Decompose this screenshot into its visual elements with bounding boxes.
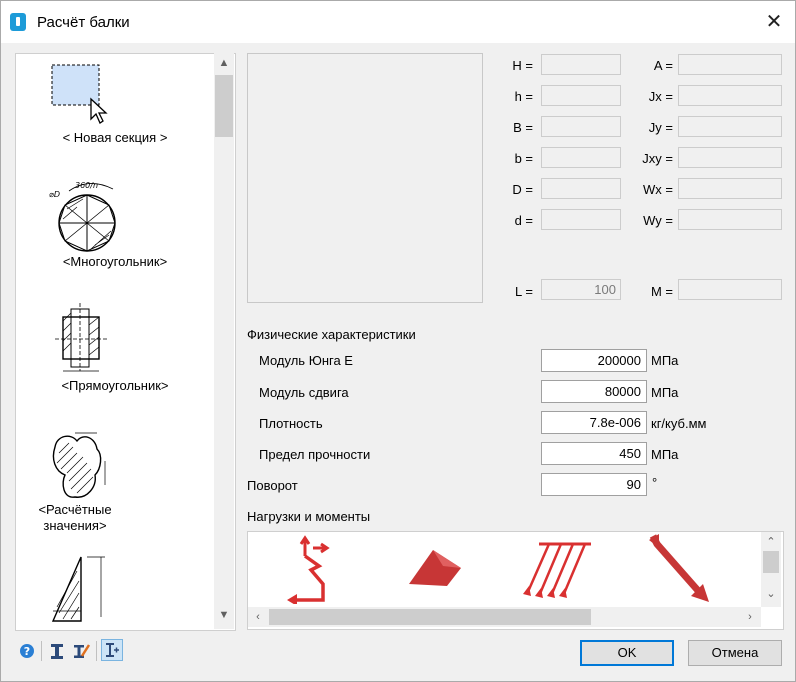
svg-text:⌀D: ⌀D: [49, 190, 60, 199]
app-icon: [10, 13, 26, 31]
param-field-Wx: [678, 178, 782, 199]
rectangle-section-icon: [55, 303, 107, 372]
param-field-Jxy: [678, 147, 782, 168]
section-list-scroll-thumb[interactable]: [215, 75, 233, 137]
param-label-B: B =: [513, 120, 533, 135]
beam-edit-icon[interactable]: [71, 641, 91, 661]
young-modulus-input[interactable]: 200000: [541, 349, 647, 372]
loads-vertical-scroll-thumb[interactable]: [763, 551, 779, 573]
density-unit: кг/куб.мм: [651, 416, 707, 431]
rotation-input[interactable]: 90: [541, 473, 647, 496]
surface-load-icon[interactable]: [403, 544, 467, 590]
moment-field: [678, 279, 782, 300]
param-field-A: [678, 54, 782, 75]
shear-modulus-unit: МПа: [651, 385, 679, 400]
title-bar: Расчёт балки ✕: [1, 1, 795, 43]
section-list-scrollbar[interactable]: [214, 53, 234, 629]
ok-button[interactable]: OK: [580, 640, 674, 666]
svg-text:?: ?: [24, 645, 30, 658]
triangle-section-icon: [51, 556, 105, 622]
param-field-D: [541, 178, 621, 199]
svg-text:360/n: 360/n: [75, 181, 98, 190]
shear-modulus-input[interactable]: 80000: [541, 380, 647, 403]
section-item-polygon[interactable]: 360/n ⌀D <Многоугольник>: [17, 177, 213, 277]
section-item-new[interactable]: < Новая секция >: [17, 57, 213, 157]
param-field-Jy: [678, 116, 782, 137]
param-label-H: H =: [512, 58, 533, 73]
scroll-down-icon[interactable]: ▼: [215, 609, 233, 621]
loads-heading: Нагрузки и моменты: [247, 509, 371, 524]
scroll-right-icon[interactable]: ›: [741, 611, 759, 623]
param-field-h: [541, 85, 621, 106]
param-label-D: D =: [512, 182, 533, 197]
density-label: Плотность: [259, 416, 323, 431]
param-label-Jy: Jy =: [648, 120, 673, 135]
section-item-rectangle[interactable]: <Прямоугольник>: [17, 297, 213, 397]
close-button[interactable]: ✕: [761, 9, 787, 35]
section-item-triangle[interactable]: [17, 547, 213, 627]
param-field-Wy: [678, 209, 782, 230]
param-field-Jx: [678, 85, 782, 106]
loads-scroll-down-icon[interactable]: ⌄: [762, 587, 780, 600]
strength-limit-label: Предел прочности: [259, 447, 371, 462]
distributed-load-icon[interactable]: [519, 534, 595, 602]
scroll-left-icon[interactable]: ‹: [249, 611, 267, 623]
section-item-label: <Расчётные значения>: [38, 502, 112, 533]
shear-modulus-label: Модуль сдвига: [259, 385, 349, 400]
polygon-section-icon: 360/n ⌀D: [49, 181, 116, 252]
param-label-A: A =: [653, 58, 673, 73]
param-field-H: [541, 54, 621, 75]
param-field-B: [541, 116, 621, 137]
param-label-Wy: Wy =: [643, 213, 673, 228]
param-label-d: d =: [514, 213, 533, 228]
beam-section-icon[interactable]: [47, 641, 67, 661]
young-modulus-unit: МПа: [651, 353, 679, 368]
insert-section-icon: [106, 643, 119, 657]
param-label-Jxy: Jxy =: [642, 151, 673, 166]
toolbar-separator: [96, 641, 97, 661]
length-field: 100: [541, 279, 621, 300]
rotation-label: Поворот: [247, 478, 298, 493]
calculated-section-icon: [52, 432, 106, 498]
param-label-h: h =: [514, 89, 533, 104]
physical-heading: Физические характеристики: [247, 327, 416, 342]
section-item-label: <Прямоугольник>: [61, 378, 169, 393]
strength-limit-unit: МПа: [651, 447, 679, 462]
param-field-b: [541, 147, 621, 168]
toolbar-separator: [41, 641, 42, 661]
length-label: L =: [515, 284, 533, 299]
rotation-unit: °: [652, 475, 658, 490]
section-item-label: < Новая секция >: [62, 130, 168, 145]
concentrated-load-icon[interactable]: [283, 534, 333, 604]
section-preview: [247, 53, 483, 303]
help-icon[interactable]: ?: [17, 641, 37, 661]
param-label-b: b =: [514, 151, 533, 166]
new-section-icon: [51, 64, 108, 124]
loads-horizontal-scroll-thumb[interactable]: [269, 609, 591, 625]
insert-section-button[interactable]: [101, 639, 123, 661]
window-title: Расчёт балки: [37, 14, 130, 31]
param-field-d: [541, 209, 621, 230]
density-input[interactable]: 7.8e-006: [541, 411, 647, 434]
param-label-Wx: Wx =: [643, 182, 673, 197]
cancel-button[interactable]: Отмена: [688, 640, 782, 666]
beam-calculation-dialog: Расчёт балки ✕ < Новая секция > 360/n ⌀D…: [0, 0, 796, 682]
axial-force-icon[interactable]: [647, 534, 713, 604]
section-item-calculated[interactable]: <Расчётные значения>: [17, 419, 213, 535]
loads-scroll-up-icon[interactable]: ⌃: [762, 535, 780, 548]
moment-label: M =: [650, 284, 673, 299]
section-item-label: <Многоугольник>: [62, 254, 168, 269]
strength-limit-input[interactable]: 450: [541, 442, 647, 465]
young-modulus-label: Модуль Юнга Е: [259, 353, 353, 368]
param-label-Jx: Jx =: [648, 89, 673, 104]
scroll-up-icon[interactable]: ▲: [215, 57, 233, 69]
